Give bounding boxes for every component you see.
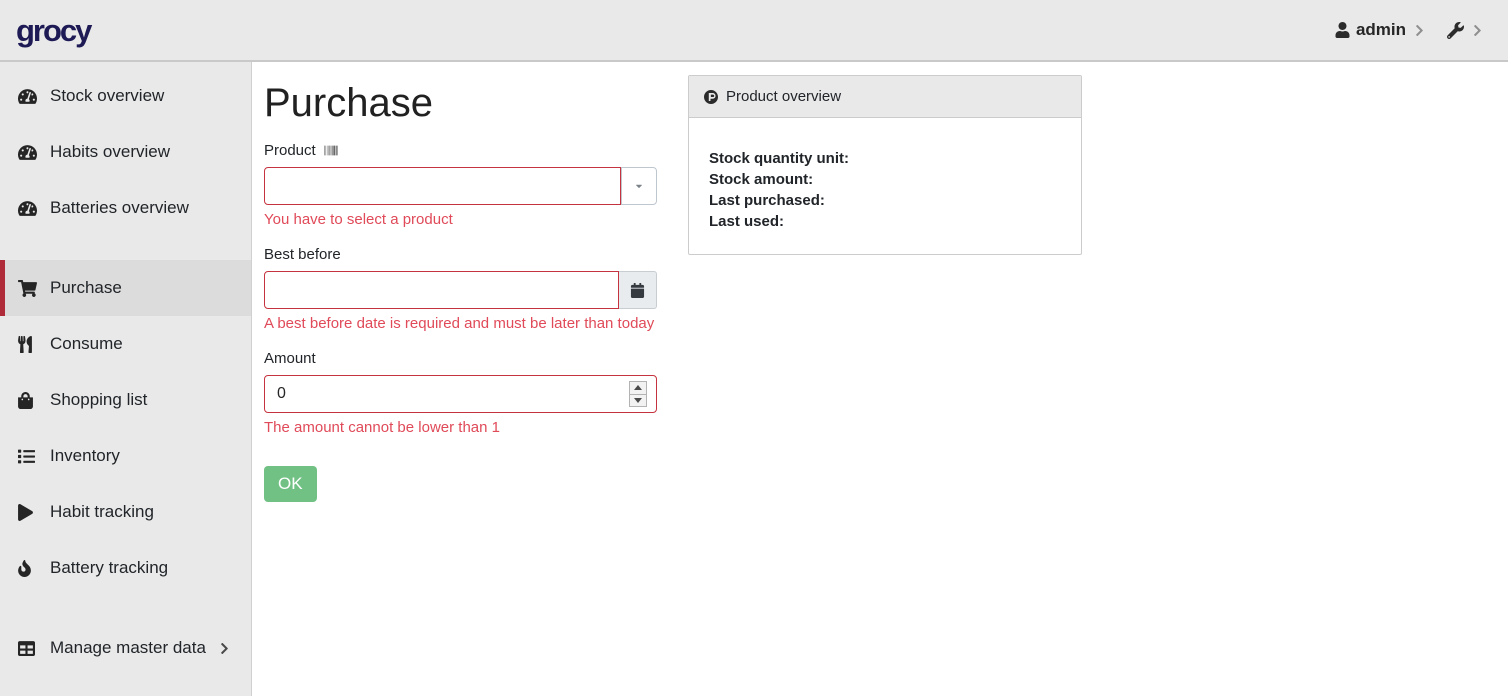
sidebar-item-shopping-list[interactable]: Shopping list: [0, 372, 251, 428]
best-before-input-group: [264, 271, 657, 309]
product-overview-card: Product overview Stock quantity unit: St…: [688, 75, 1082, 255]
sidebar-item-batteries-overview[interactable]: Batteries overview: [0, 180, 251, 236]
user-menu[interactable]: admin: [1335, 20, 1406, 40]
gauge-icon: [18, 200, 44, 217]
spinner-down-button[interactable]: [630, 394, 646, 407]
amount-label-text: Amount: [264, 350, 316, 367]
sidebar-item-label: Manage master data: [50, 638, 220, 658]
page-title: Purchase: [264, 80, 657, 126]
gauge-icon: [18, 88, 44, 105]
last-purchased-label: Last purchased:: [709, 190, 1061, 211]
product-overview-body: Stock quantity unit: Stock amount: Last …: [689, 118, 1081, 254]
grocy-logo[interactable]: grocy: [16, 15, 90, 46]
sidebar-item-label: Shopping list: [50, 390, 237, 410]
shopping-bag-icon: [18, 392, 44, 409]
wrench-icon: [1447, 22, 1464, 39]
user-name: admin: [1356, 20, 1406, 40]
product-dropdown-button[interactable]: [621, 167, 657, 205]
sidebar-spacer: [0, 596, 251, 620]
product-error: You have to select a product: [264, 211, 657, 228]
amount-label: Amount: [264, 350, 657, 367]
best-before-label: Best before: [264, 246, 657, 263]
product-input-group: [264, 167, 657, 205]
header-actions: admin: [1335, 20, 1482, 40]
sidebar-item-consume[interactable]: Consume: [0, 316, 251, 372]
fire-icon: [18, 560, 44, 577]
spinner-up-button[interactable]: [630, 382, 646, 394]
sidebar-item-manage-master-data[interactable]: Manage master data: [0, 620, 251, 676]
sidebar-item-inventory[interactable]: Inventory: [0, 428, 251, 484]
sidebar-item-label: Habits overview: [50, 142, 237, 162]
list-icon: [18, 448, 44, 465]
stock-quantity-unit-label: Stock quantity unit:: [709, 148, 1061, 169]
sidebar-item-label: Inventory: [50, 446, 237, 466]
last-used-label: Last used:: [709, 211, 1061, 232]
caret-down-icon: [634, 181, 644, 191]
best-before-label-text: Best before: [264, 246, 341, 263]
sidebar-item-habit-tracking[interactable]: Habit tracking: [0, 484, 251, 540]
sidebar-item-purchase[interactable]: Purchase: [0, 260, 251, 316]
sidebar-item-label: Battery tracking: [50, 558, 237, 578]
product-overview-header: Product overview: [689, 76, 1081, 118]
sidebar-item-label: Purchase: [50, 278, 237, 298]
amount-error: The amount cannot be lower than 1: [264, 419, 657, 436]
product-overview-title: Product overview: [726, 88, 841, 105]
ok-button[interactable]: OK: [264, 466, 317, 502]
product-form-group: Product You have to select a product: [264, 142, 657, 228]
product-icon: [703, 89, 719, 105]
settings-menu[interactable]: [1447, 22, 1482, 39]
sidebar-item-stock-overview[interactable]: Stock overview: [0, 68, 251, 124]
chevron-right-icon[interactable]: [1415, 24, 1424, 37]
amount-form-group: Amount The amount cannot be lower than 1: [264, 350, 657, 436]
top-header: grocy admin: [0, 0, 1508, 62]
best-before-input[interactable]: [264, 271, 619, 309]
product-input[interactable]: [264, 167, 621, 205]
best-before-form-group: Best before A best before date is requir…: [264, 246, 657, 332]
table-icon: [18, 640, 44, 657]
utensils-icon: [18, 336, 44, 353]
calendar-icon: [630, 283, 645, 298]
amount-input-group: [264, 375, 657, 413]
gauge-icon: [18, 144, 44, 161]
best-before-error: A best before date is required and must …: [264, 315, 657, 332]
sidebar-nav: Stock overview Habits overview Batteries…: [0, 62, 252, 696]
user-icon: [1335, 22, 1350, 38]
chevron-right-icon: [220, 642, 229, 655]
chevron-right-icon: [1473, 24, 1482, 37]
purchase-form: Purchase Product You h: [264, 74, 657, 502]
sidebar-item-label: Consume: [50, 334, 237, 354]
sidebar-item-label: Batteries overview: [50, 198, 237, 218]
shopping-cart-icon: [18, 280, 44, 297]
sidebar-spacer: [0, 236, 251, 260]
amount-input[interactable]: [264, 375, 657, 413]
barcode-icon: [323, 144, 339, 157]
product-label-text: Product: [264, 142, 316, 159]
sidebar-item-label: Habit tracking: [50, 502, 237, 522]
play-icon: [18, 504, 44, 521]
sidebar-item-battery-tracking[interactable]: Battery tracking: [0, 540, 251, 596]
main-content: Purchase Product You h: [252, 62, 1508, 696]
stock-amount-label: Stock amount:: [709, 169, 1061, 190]
calendar-button[interactable]: [619, 271, 657, 309]
sidebar-item-habits-overview[interactable]: Habits overview: [0, 124, 251, 180]
product-label: Product: [264, 142, 657, 159]
sidebar-item-label: Stock overview: [50, 86, 237, 106]
number-spinner[interactable]: [629, 381, 647, 407]
